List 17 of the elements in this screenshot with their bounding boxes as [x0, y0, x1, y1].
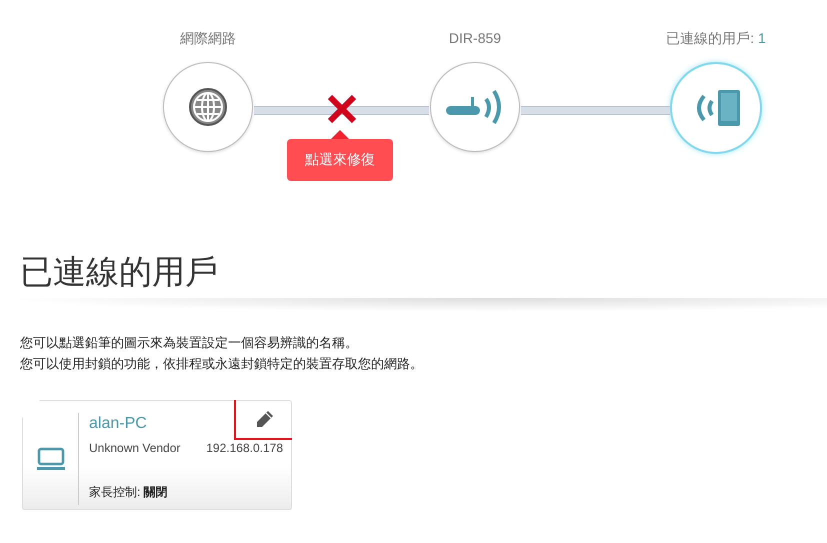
node-label: 已連線的用戶: 1: [666, 29, 766, 47]
error-x-icon: [327, 94, 357, 124]
parental-control-status: 家長控制: 關閉: [89, 484, 169, 501]
laptop-icon: [36, 447, 64, 471]
node-circle[interactable]: [670, 62, 762, 154]
edit-button[interactable]: [234, 398, 295, 440]
pencil-icon: [256, 410, 274, 428]
device-name: alan-PC: [89, 415, 147, 433]
vendor-text: Unknown Vendor: [89, 441, 180, 455]
ip-address: 192.168.0.178: [206, 441, 283, 455]
globe-icon: [188, 87, 228, 127]
section-title: 已連線的用戶: [20, 252, 219, 292]
node-label: DIR-859: [448, 29, 502, 47]
node-label: 網際網路: [180, 29, 236, 47]
fix-button[interactable]: 點選來修復: [287, 139, 393, 181]
description-text: 您可以點選鉛筆的圖示來為裝置設定一個容易辨識的名稱。: [20, 334, 359, 352]
description-text: 您可以使用封鎖的功能，依排程或永遠封鎖特定的裝置存取您的網路。: [20, 355, 424, 373]
